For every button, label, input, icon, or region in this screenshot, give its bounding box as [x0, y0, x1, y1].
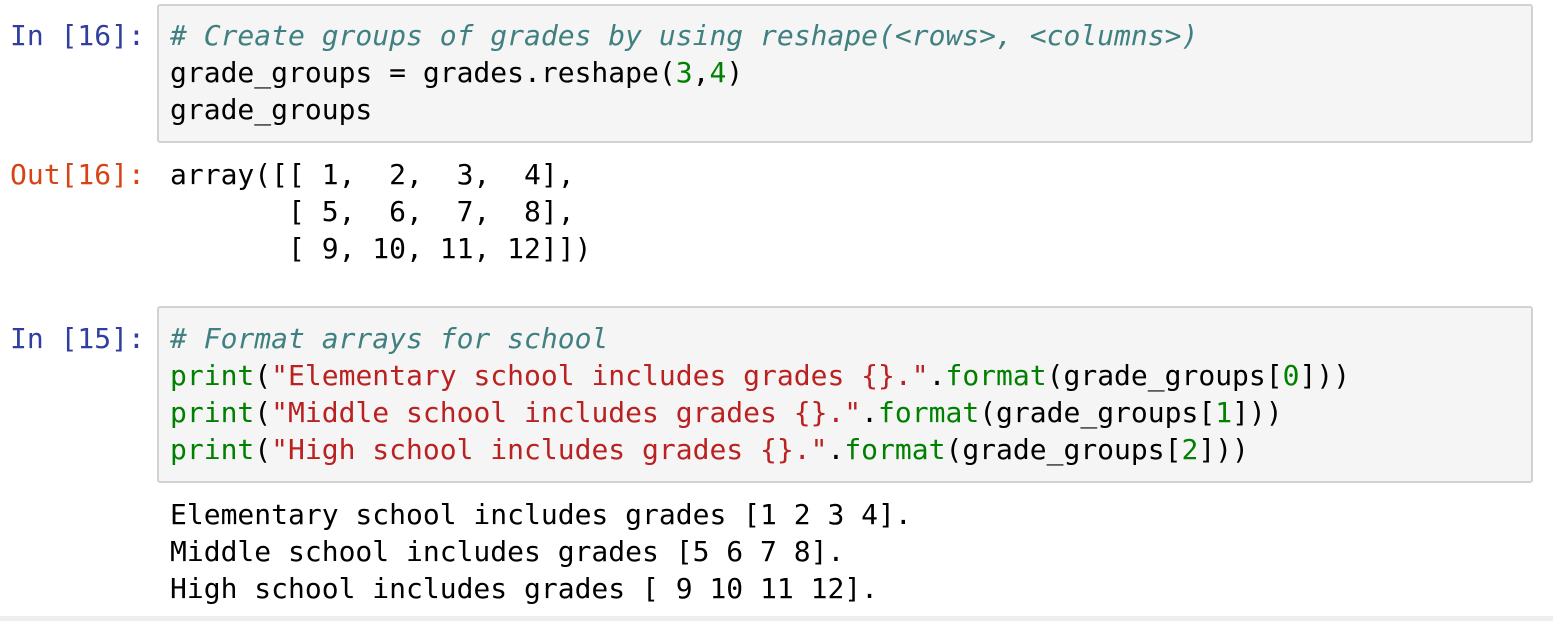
code-token: (: [254, 396, 272, 429]
output-line: Elementary school includes grades [1 2 3…: [170, 498, 912, 531]
code-token: 4: [709, 56, 727, 89]
cell-output: Elementary school includes grades [1 2 3…: [170, 496, 912, 607]
code-token: 2: [1181, 433, 1199, 466]
code-token: ,: [692, 56, 710, 89]
code-token: (grade_groups[: [979, 396, 1216, 429]
code-token: grade_groups = grades.reshape(: [170, 56, 676, 89]
output-line: High school includes grades [ 9 10 11 12…: [170, 572, 879, 605]
code-line: # Create groups of grades by using resha…: [170, 17, 1198, 54]
code-token: format: [878, 396, 980, 429]
code-token: (: [254, 359, 272, 392]
code-token: .: [861, 396, 879, 429]
code-token: # Format arrays for school: [170, 322, 609, 355]
output-line: [ 9, 10, 11, 12]]): [170, 232, 592, 265]
code-line: print("Elementary school includes grades…: [170, 357, 1350, 394]
code-token: "High school includes grades {}.": [271, 433, 828, 466]
code-token: 0: [1282, 359, 1300, 392]
code-token: ])): [1232, 396, 1283, 429]
code-lines: # Create groups of grades by using resha…: [170, 17, 1198, 128]
code-token: format: [945, 359, 1047, 392]
code-token: "Middle school includes grades {}.": [271, 396, 862, 429]
code-token: ): [726, 56, 744, 89]
code-token: (grade_groups[: [1046, 359, 1283, 392]
code-token: format: [844, 433, 946, 466]
code-line: print("Middle school includes grades {}.…: [170, 394, 1350, 431]
bottom-scroll-edge: [0, 616, 1553, 621]
code-token: # Create groups of grades by using resha…: [170, 19, 1199, 52]
code-token: print: [170, 396, 255, 429]
code-token: 3: [675, 56, 693, 89]
code-token: ])): [1299, 359, 1351, 392]
code-token: print: [170, 359, 255, 392]
code-token: .: [827, 433, 845, 466]
code-token: grade_groups: [170, 93, 373, 126]
code-line: # Format arrays for school: [170, 320, 1350, 357]
code-token: print: [170, 433, 255, 466]
output-prompt: Out[16]:: [10, 158, 145, 191]
code-token: .: [928, 359, 946, 392]
code-token: (: [254, 433, 272, 466]
code-token: (grade_groups[: [945, 433, 1182, 466]
code-line: print("High school includes grades {}.".…: [170, 431, 1350, 468]
code-token: 1: [1215, 396, 1233, 429]
input-prompt: In [16]:: [10, 19, 145, 52]
output-line: Middle school includes grades [5 6 7 8].: [170, 535, 845, 568]
input-prompt: In [15]:: [10, 322, 145, 355]
output-line: [ 5, 6, 7, 8],: [170, 195, 575, 228]
code-token: ])): [1198, 433, 1249, 466]
output-line: array([[ 1, 2, 3, 4],: [170, 158, 575, 191]
cell-output: array([[ 1, 2, 3, 4], [ 5, 6, 7, 8], [ 9…: [170, 156, 591, 267]
code-lines: # Format arrays for school print("Elemen…: [170, 320, 1350, 468]
code-token: "Elementary school includes grades {}.": [271, 359, 929, 392]
code-line: grade_groups: [170, 91, 1198, 128]
code-line: grade_groups = grades.reshape(3,4): [170, 54, 1198, 91]
